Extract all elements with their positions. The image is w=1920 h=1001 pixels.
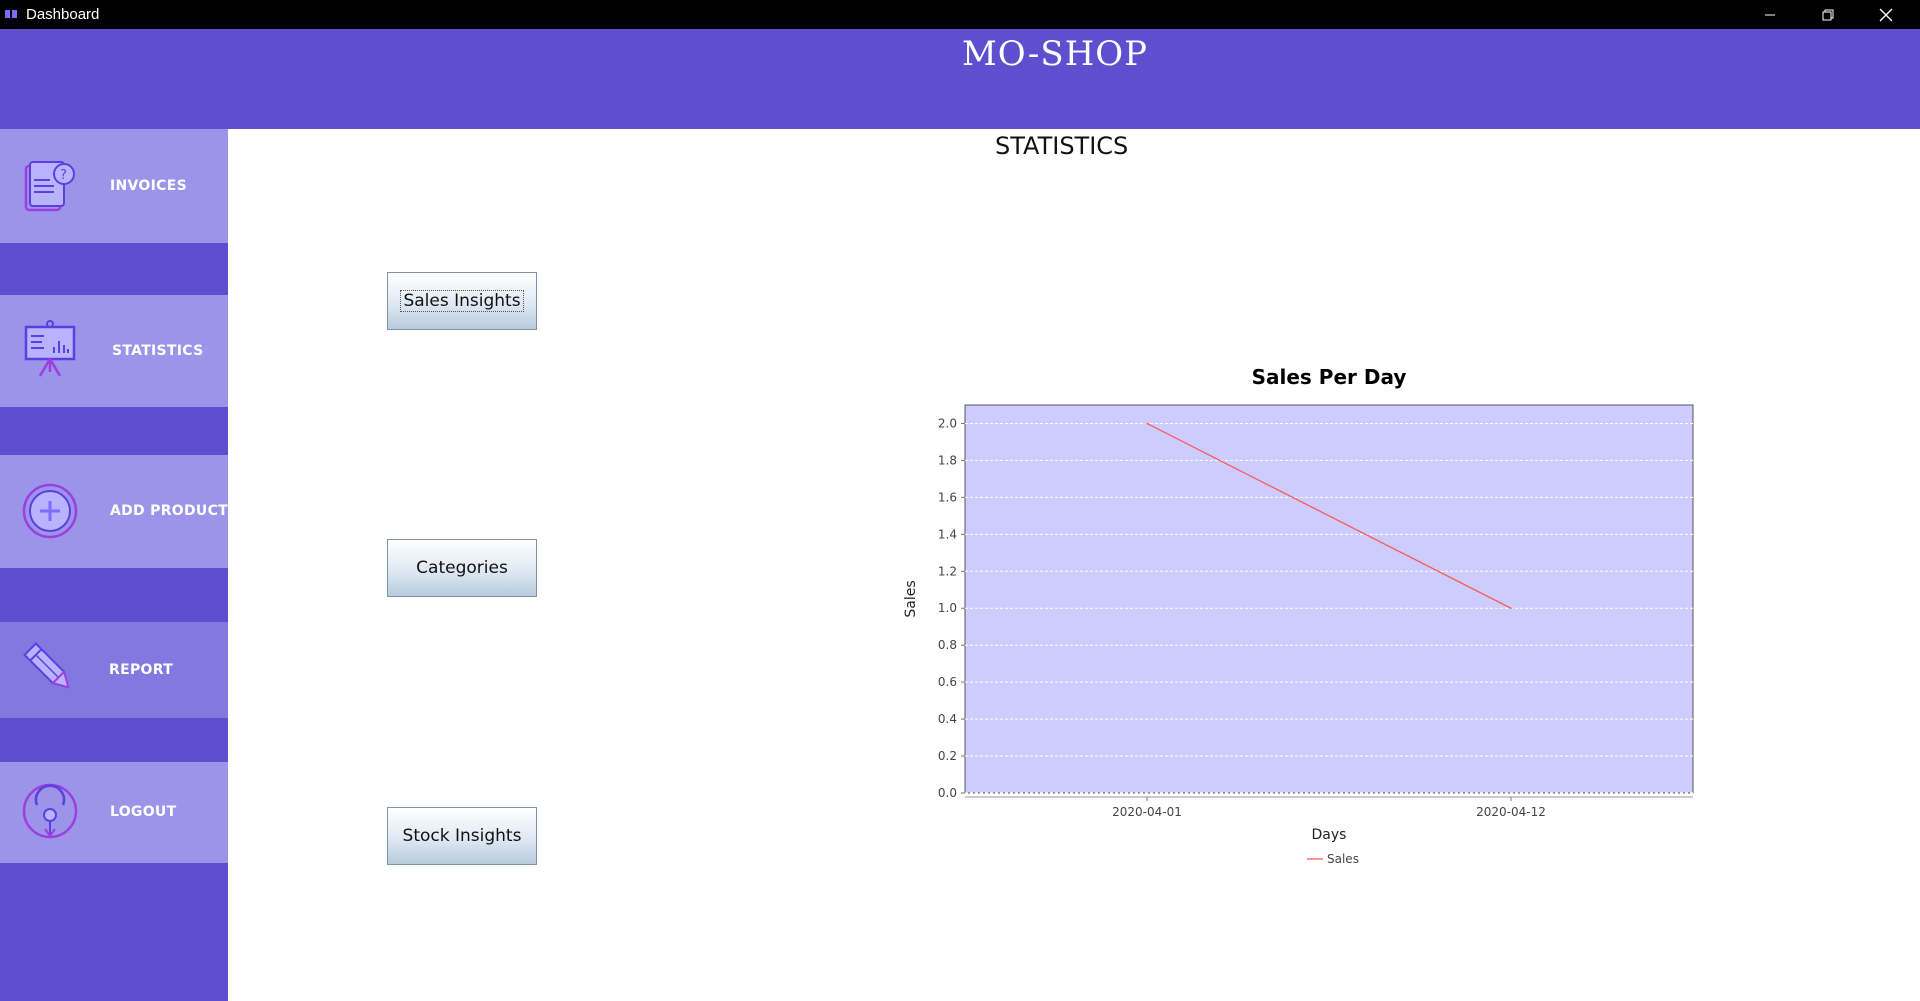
presentation-board-icon	[24, 320, 76, 377]
categories-button[interactable]: Categories	[387, 539, 537, 597]
sidebar-item-label: LOGOUT	[110, 804, 177, 820]
stock-insights-button[interactable]: Stock Insights	[387, 807, 537, 865]
y-tick-label: 1.8	[938, 453, 957, 467]
sidebar-item-logout[interactable]: LOGOUT	[0, 762, 228, 863]
window-titlebar: Dashboard	[0, 0, 1920, 29]
y-tick-label: 0.8	[938, 638, 957, 652]
invoice-question-icon: ?	[24, 161, 75, 212]
sidebar-item-add-product[interactable]: ADD PRODUCT	[0, 455, 228, 568]
x-tick-label: 2020-04-01	[1112, 805, 1182, 819]
sidebar-item-invoices[interactable]: ? INVOICES	[0, 129, 228, 243]
minimize-button[interactable]	[1741, 0, 1799, 29]
logout-pin-icon	[22, 783, 78, 839]
window-title: Dashboard	[26, 6, 100, 23]
stock-insights-label: Stock Insights	[402, 826, 522, 846]
sidebar-item-statistics[interactable]: STATISTICS	[0, 295, 228, 407]
sales-insights-label: Sales Insights	[400, 290, 524, 312]
minimize-icon	[1765, 14, 1775, 15]
restore-icon	[1822, 9, 1834, 20]
legend-label: Sales	[1327, 852, 1359, 866]
close-icon	[1879, 8, 1893, 21]
sidebar-item-label: REPORT	[109, 662, 174, 678]
y-tick-label: 0.6	[938, 675, 957, 689]
y-tick-label: 1.6	[938, 490, 957, 504]
y-tick-label: 1.2	[938, 564, 957, 578]
page-title: STATISTICS	[995, 132, 1129, 160]
app-icon	[5, 10, 17, 18]
restore-button[interactable]	[1799, 0, 1857, 29]
y-tick-label: 1.4	[938, 527, 957, 541]
pencil-icon	[23, 642, 70, 689]
plus-circle-icon	[22, 483, 78, 539]
sidebar-item-report[interactable]: REPORT	[0, 622, 228, 718]
svg-text:?: ?	[60, 168, 67, 183]
categories-label: Categories	[416, 558, 508, 578]
data-point	[1510, 607, 1512, 610]
sidebar-item-label: INVOICES	[110, 178, 187, 194]
y-tick-label: 2.0	[938, 416, 957, 430]
y-tick-label: 0.2	[938, 749, 957, 763]
sidebar-item-label: STATISTICS	[112, 343, 204, 359]
sales-per-day-chart: Sales Per Day 0.0 0.2 0.4 0.6 0.8 1.0 1.2 1.4 1.6…	[903, 365, 1694, 866]
x-tick-label: 2020-04-12	[1476, 805, 1546, 819]
sales-insights-button[interactable]: Sales Insights	[387, 272, 537, 330]
close-button[interactable]	[1857, 0, 1915, 29]
sidebar-item-label: ADD PRODUCT	[110, 503, 229, 519]
y-tick-label: 0.4	[938, 712, 957, 726]
chart-title: Sales Per Day	[1252, 365, 1407, 389]
plot-area	[964, 404, 1694, 794]
brand-logo: MO-SHOP	[961, 34, 1149, 74]
y-axis-label: Sales	[903, 580, 919, 617]
x-axis-label: Days	[1312, 827, 1347, 843]
y-tick-label: 0.0	[938, 786, 957, 800]
y-tick-label: 1.0	[938, 601, 957, 615]
data-point	[1146, 422, 1148, 425]
